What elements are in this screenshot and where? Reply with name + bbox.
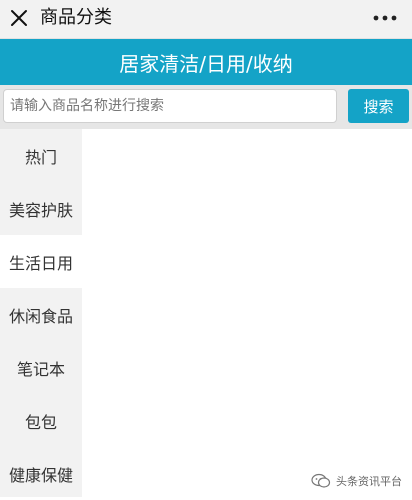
more-options-button[interactable] xyxy=(370,6,400,30)
category-header: 居家清洁/日用/收纳 xyxy=(0,39,412,85)
search-button[interactable]: 搜索 xyxy=(348,89,409,123)
sidebar-item-label: 休闲食品 xyxy=(8,306,73,326)
sidebar-item-daily-use[interactable]: 生活日用 xyxy=(0,235,82,288)
top-navigation-bar: 商品分类 xyxy=(0,0,412,39)
sidebar-item-notebook[interactable]: 笔记本 xyxy=(0,341,82,394)
more-dots-icon xyxy=(373,15,397,21)
search-input[interactable] xyxy=(3,89,337,123)
sidebar-item-snacks[interactable]: 休闲食品 xyxy=(0,288,82,341)
category-header-title: 居家清洁/日用/收纳 xyxy=(119,51,293,76)
page-title: 商品分类 xyxy=(40,7,112,28)
sidebar-item-label: 美容护肤 xyxy=(8,200,73,220)
category-sidebar: 热门 美容护肤 生活日用 休闲食品 笔记本 包包 健康保健 xyxy=(0,129,82,497)
search-bar: 搜索 xyxy=(0,85,412,129)
product-list-area xyxy=(82,129,412,497)
sidebar-item-label: 笔记本 xyxy=(16,359,65,379)
sidebar-item-label: 健康保健 xyxy=(8,465,73,485)
watermark-text: 头条资讯平台 xyxy=(336,475,402,488)
sidebar-item-label: 热门 xyxy=(24,147,57,167)
close-icon xyxy=(11,10,27,26)
sidebar-item-hot[interactable]: 热门 xyxy=(0,129,82,182)
sidebar-item-beauty[interactable]: 美容护肤 xyxy=(0,182,82,235)
sidebar-item-label: 生活日用 xyxy=(8,253,73,273)
watermark: 头条资讯平台 xyxy=(311,473,402,489)
sidebar-item-health[interactable]: 健康保健 xyxy=(0,447,82,500)
sidebar-item-label: 包包 xyxy=(24,412,57,432)
wechat-icon xyxy=(311,473,331,488)
close-button[interactable] xyxy=(6,5,32,31)
sidebar-item-bags[interactable]: 包包 xyxy=(0,394,82,447)
